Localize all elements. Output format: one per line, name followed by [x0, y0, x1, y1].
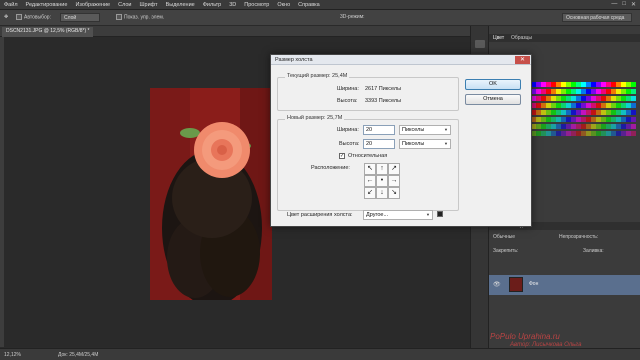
extension-color-select[interactable]: Другое... ▼: [363, 210, 433, 220]
anchor-top[interactable]: ↑: [376, 163, 388, 175]
menu-file[interactable]: Файл: [4, 2, 18, 8]
current-width-value: 2617 Пикселы: [365, 86, 402, 92]
extension-color-label: Цвет расширения холста:: [287, 212, 353, 218]
document-tab-bar: DSCN2131.JPG @ 12,5% (RGB/8*) *: [0, 26, 475, 37]
workspace-dropdown[interactable]: Основная рабочая среда: [562, 13, 632, 22]
lock-label: Закрепить:: [493, 248, 519, 254]
dialog-titlebar: Размер холста ✕: [271, 55, 531, 65]
dialog-title: Размер холста: [275, 57, 313, 63]
swatch[interactable]: [631, 131, 636, 136]
width-input[interactable]: 20: [363, 125, 395, 135]
chevron-down-icon: ▼: [444, 141, 448, 146]
relative-checkbox[interactable]: ✓: [339, 153, 345, 159]
chevron-down-icon: ▼: [444, 127, 448, 132]
photo-image: [150, 88, 272, 300]
current-size-group: [277, 77, 459, 111]
swatch[interactable]: [631, 124, 636, 129]
layer-row[interactable]: 👁 Фон: [489, 275, 640, 295]
history-icon[interactable]: [475, 40, 485, 48]
autoselect-checkbox[interactable]: Автовыбор:: [16, 14, 51, 20]
height-input[interactable]: 20: [363, 139, 395, 149]
extension-color-value: Другое...: [366, 212, 389, 218]
autoselect-label: Автовыбор:: [24, 14, 51, 21]
canvas-size-dialog: Размер холста ✕ Текущий размер: 25,4M Ши…: [270, 54, 532, 227]
menu-view[interactable]: Просмотр: [244, 2, 269, 8]
document-tab[interactable]: DSCN2131.JPG @ 12,5% (RGB/8*) *: [2, 27, 94, 37]
menu-type[interactable]: Шрифт: [139, 2, 157, 8]
menu-filter[interactable]: Фильтр: [203, 2, 221, 8]
zoom-level[interactable]: 12,12%: [4, 352, 21, 358]
menu-layers[interactable]: Слои: [118, 2, 131, 8]
width-unit-value: Пикселы: [402, 127, 425, 133]
options-bar: ✥ Автовыбор: Слой Показ. упр. элем. 3D-р…: [0, 10, 640, 26]
anchor-top-left[interactable]: ↖: [364, 163, 376, 175]
anchor-grid: ↖ ↑ ↗ ← • → ↙ ↓ ↘: [364, 163, 400, 199]
watermark-author: Автор: Лисычкова Ольга: [510, 342, 582, 348]
maximize-button[interactable]: □: [622, 1, 626, 8]
anchor-bottom-left[interactable]: ↙: [364, 187, 376, 199]
current-size-label: Текущий размер: 25,4M: [285, 73, 350, 79]
minimize-button[interactable]: —: [611, 1, 617, 8]
watermark-site: PoPulo Uprahina.ru: [490, 332, 560, 341]
fill-label: Заливка:: [583, 248, 604, 254]
width-label: Ширина:: [337, 127, 359, 133]
new-size-label: Новый размер: 25,7M: [285, 115, 345, 121]
doc-size: Док: 25,4M/25,4M: [58, 352, 99, 358]
anchor-left[interactable]: ←: [364, 175, 376, 187]
cancel-button[interactable]: Отмена: [465, 94, 521, 105]
transform-controls-checkbox[interactable]: Показ. упр. элем.: [116, 14, 164, 20]
anchor-label: Расположение:: [311, 165, 350, 171]
anchor-center[interactable]: •: [376, 175, 388, 187]
swatch[interactable]: [631, 89, 636, 94]
tab-swatches[interactable]: Образцы: [511, 35, 532, 41]
layer-thumbnail: [509, 277, 523, 292]
transform-controls-label: Показ. упр. элем.: [124, 14, 165, 21]
swatch[interactable]: [631, 103, 636, 108]
menu-3d[interactable]: 3D: [229, 2, 236, 8]
swatch[interactable]: [631, 117, 636, 122]
anchor-bottom-right[interactable]: ↘: [388, 187, 400, 199]
current-height-value: 3393 Пикселы: [365, 98, 402, 104]
menu-image[interactable]: Изображение: [75, 2, 110, 8]
tab-color[interactable]: Цвет: [493, 35, 504, 41]
swatch[interactable]: [631, 82, 636, 87]
opacity-label: Непрозрачность:: [559, 234, 599, 240]
eye-icon[interactable]: 👁: [493, 281, 501, 288]
menu-window[interactable]: Окно: [277, 2, 290, 8]
current-height-label: Высота:: [337, 98, 358, 104]
swatch[interactable]: [631, 110, 636, 115]
status-bar: 12,12% Док: 25,4M/25,4M: [0, 348, 640, 360]
height-unit-value: Пикселы: [402, 141, 425, 147]
close-icon[interactable]: ✕: [515, 56, 530, 64]
height-unit-select[interactable]: Пикселы ▼: [399, 139, 451, 149]
anchor-bottom[interactable]: ↓: [376, 187, 388, 199]
ok-button[interactable]: OK: [465, 79, 521, 90]
anchor-top-right[interactable]: ↗: [388, 163, 400, 175]
anchor-right[interactable]: →: [388, 175, 400, 187]
menu-select[interactable]: Выделение: [166, 2, 195, 8]
current-width-label: Ширина:: [337, 86, 359, 92]
menu-bar: Файл Редактирование Изображение Слои Шри…: [0, 0, 640, 10]
width-unit-select[interactable]: Пикселы ▼: [399, 125, 451, 135]
close-window-button[interactable]: ✕: [631, 1, 636, 8]
extension-color-swatch[interactable]: [437, 211, 443, 217]
swatch[interactable]: [631, 96, 636, 101]
menu-help[interactable]: Справка: [298, 2, 320, 8]
chevron-down-icon: ▼: [426, 212, 430, 217]
photo-illustration: [150, 88, 272, 300]
relative-label: Относительная: [348, 153, 388, 159]
layer-name: Фон: [529, 281, 539, 287]
height-label: Высота:: [339, 141, 360, 147]
mode-3d-label: 3D-режим:: [340, 14, 365, 20]
move-tool-icon[interactable]: ✥: [4, 14, 8, 20]
menu-edit[interactable]: Редактирование: [26, 2, 68, 8]
autoselect-dropdown[interactable]: Слой: [60, 13, 100, 22]
blend-mode-dropdown[interactable]: Обычные: [493, 234, 515, 240]
window-controls: — □ ✕: [611, 1, 636, 8]
